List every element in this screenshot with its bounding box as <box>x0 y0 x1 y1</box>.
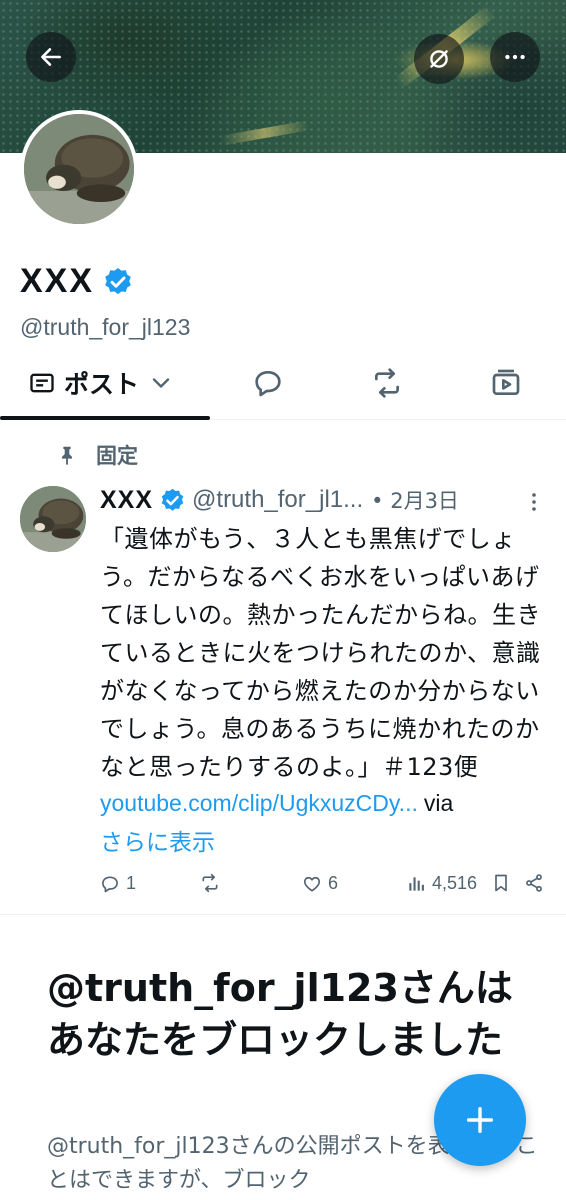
reply-button[interactable]: 1 <box>100 873 136 894</box>
repost-button[interactable] <box>200 873 226 893</box>
post-author-avatar[interactable] <box>20 486 86 552</box>
arrow-left-icon <box>41 48 61 66</box>
reply-icon[interactable] <box>252 367 284 399</box>
show-more-link[interactable]: さらに表示 <box>100 823 215 857</box>
eye-off-icon <box>430 50 448 68</box>
like-count: 6 <box>328 873 339 893</box>
post-link[interactable]: youtube.com/clip/UgkxuzCDy... <box>100 790 418 816</box>
pinned-indicator: 固定 <box>56 440 138 470</box>
post-link-line: youtube.com/clip/UgkxuzCDy... via <box>100 790 560 817</box>
profile-avatar[interactable] <box>20 110 138 228</box>
back-button[interactable] <box>26 32 76 82</box>
post-link-via: via <box>423 790 454 816</box>
verified-badge-icon <box>105 267 131 294</box>
more-options-button[interactable] <box>490 32 540 82</box>
blocked-title: @truth_for_jl123さんはあなたをブロックしました <box>47 966 513 1062</box>
views-button[interactable]: 4,516 <box>406 873 477 894</box>
turtle-avatar-image <box>20 486 86 552</box>
repost-icon[interactable] <box>371 367 403 399</box>
timeline-icon <box>30 373 54 393</box>
more-horizontal-icon <box>505 54 525 60</box>
profile-tabs: ポスト <box>0 350 566 420</box>
more-vertical-icon[interactable] <box>525 490 543 514</box>
reply-icon <box>102 876 118 892</box>
like-button[interactable]: 6 <box>302 873 338 894</box>
active-tab-indicator <box>0 416 210 420</box>
display-name-text: XXX <box>20 262 95 300</box>
heart-icon <box>303 876 321 891</box>
post-divider <box>0 914 566 915</box>
post-body-text: 「遺体がもう、３人とも黒焦げでしょう。だからなるべくお水をいっぱいあげてほしいの… <box>100 525 541 781</box>
view-count: 4,516 <box>432 873 478 893</box>
chevron-down-icon <box>152 378 170 388</box>
tab-posts-label: ポスト <box>64 370 140 399</box>
post-header: XXX @truth_for_jl1... • 2月3日 <box>100 485 550 515</box>
profile-handle: @truth_for_jl123 <box>20 314 191 340</box>
pinned-label: 固定 <box>96 444 138 468</box>
tab-posts[interactable]: ポスト <box>28 365 175 401</box>
media-icon[interactable] <box>490 367 522 399</box>
repost-icon <box>202 873 218 893</box>
compose-post-button[interactable] <box>434 1074 526 1166</box>
post-author-name[interactable]: XXX <box>100 486 153 515</box>
share-button[interactable] <box>524 873 544 893</box>
pin-icon <box>61 446 73 466</box>
bookmark-button[interactable] <box>491 873 511 893</box>
bookmark-icon <box>495 874 507 892</box>
hide-media-button[interactable] <box>414 34 464 84</box>
verified-badge-icon <box>161 488 184 511</box>
plus-icon <box>466 1106 494 1134</box>
reply-count: 1 <box>126 873 137 893</box>
post-author-handle[interactable]: @truth_for_jl1... <box>192 486 363 514</box>
profile-display-name: XXX <box>20 262 134 301</box>
post-date[interactable]: • 2月3日 <box>371 485 459 515</box>
turtle-avatar-image <box>24 114 134 224</box>
analytics-icon <box>409 876 424 891</box>
share-icon <box>526 874 542 892</box>
